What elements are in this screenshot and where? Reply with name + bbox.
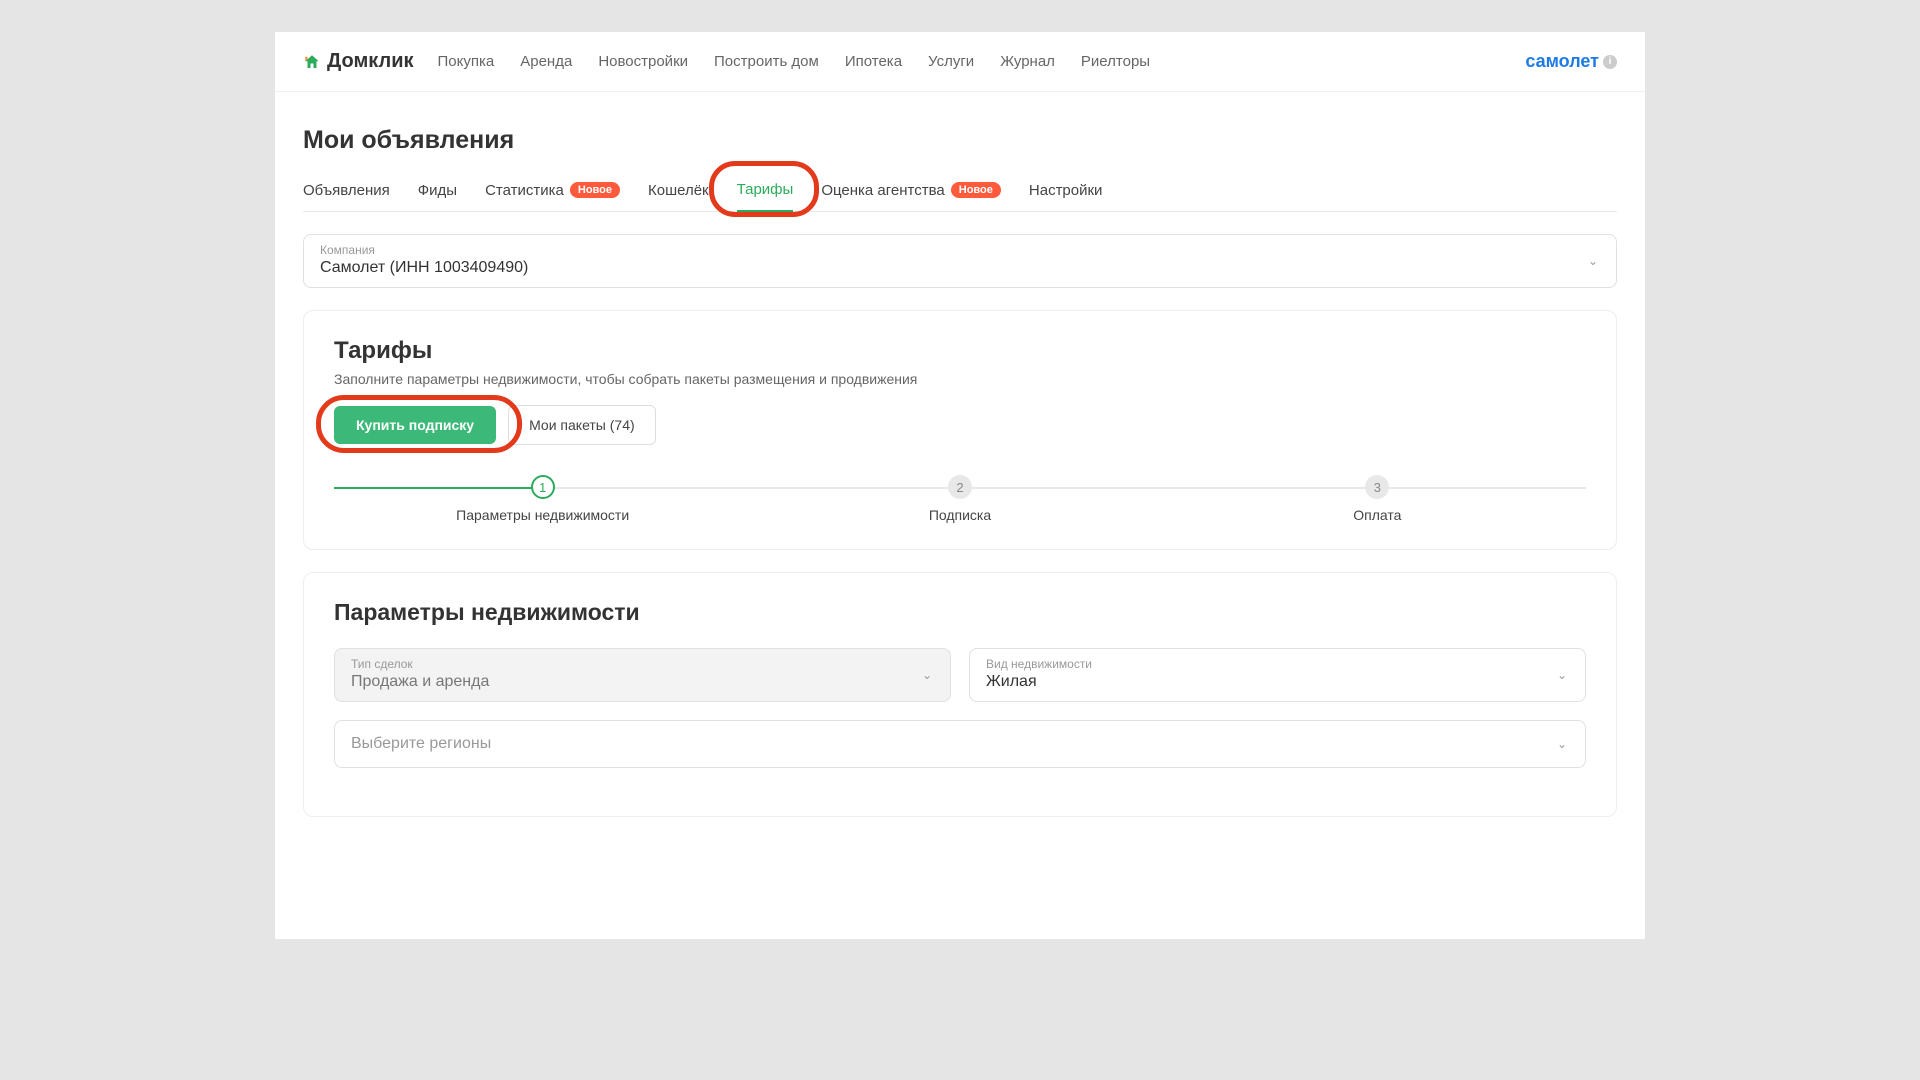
nav-newbuild[interactable]: Новостройки bbox=[598, 53, 688, 70]
property-type-select[interactable]: Вид недвижимости Жилая ⌄ bbox=[969, 648, 1586, 702]
nav-journal[interactable]: Журнал bbox=[1000, 53, 1055, 70]
logo-icon bbox=[303, 53, 321, 71]
chevron-down-icon: ⌄ bbox=[1557, 668, 1567, 682]
company-select-value: Самолет (ИНН 1003409490) bbox=[320, 259, 1600, 277]
page-title: Мои объявления bbox=[303, 126, 1617, 155]
params-title: Параметры недвижимости bbox=[334, 599, 1586, 626]
tab-listings[interactable]: Объявления bbox=[303, 176, 390, 211]
chevron-down-icon: ⌄ bbox=[1588, 254, 1598, 268]
logo[interactable]: Домклик bbox=[303, 50, 414, 73]
brand-right[interactable]: самолет i bbox=[1525, 51, 1617, 72]
my-packages-button[interactable]: Мои пакеты (74) bbox=[508, 405, 656, 445]
tariffs-title: Тарифы bbox=[334, 337, 1586, 365]
badge-new: Новое bbox=[570, 182, 620, 198]
content: Мои объявления Объявления Фиды Статистик… bbox=[275, 92, 1645, 879]
property-type-label: Вид недвижимости bbox=[986, 657, 1569, 671]
buy-subscription-button[interactable]: Купить подписку bbox=[334, 406, 496, 444]
params-row-1: Тип сделок Продажа и аренда ⌄ Вид недвиж… bbox=[334, 648, 1586, 702]
company-select-label: Компания bbox=[320, 243, 1600, 257]
property-type-value: Жилая bbox=[986, 673, 1569, 691]
company-select[interactable]: Компания Самолет (ИНН 1003409490) ⌄ bbox=[303, 234, 1617, 288]
brand-right-text: самолет bbox=[1525, 51, 1599, 72]
tab-statistics[interactable]: Статистика Новое bbox=[485, 176, 620, 211]
tariffs-card: Тарифы Заполните параметры недвижимости,… bbox=[303, 310, 1617, 550]
tabs: Объявления Фиды Статистика Новое Кошелёк… bbox=[303, 175, 1617, 212]
deal-type-select[interactable]: Тип сделок Продажа и аренда ⌄ bbox=[334, 648, 951, 702]
nav-realtors[interactable]: Риелторы bbox=[1081, 53, 1150, 70]
top-navbar: Домклик Покупка Аренда Новостройки Постр… bbox=[275, 32, 1645, 92]
step-label: Параметры недвижимости bbox=[334, 507, 751, 523]
tab-agency-rating[interactable]: Оценка агентства Новое bbox=[821, 176, 1001, 211]
tariffs-desc: Заполните параметры недвижимости, чтобы … bbox=[334, 371, 1586, 387]
nav-mortgage[interactable]: Ипотека bbox=[845, 53, 902, 70]
region-select[interactable]: Выберите регионы ⌄ bbox=[334, 720, 1586, 768]
info-icon: i bbox=[1603, 55, 1617, 69]
nav-build-house[interactable]: Построить дом bbox=[714, 53, 819, 70]
tab-feeds[interactable]: Фиды bbox=[418, 176, 457, 211]
nav-purchase[interactable]: Покупка bbox=[438, 53, 495, 70]
tab-tariffs[interactable]: Тарифы bbox=[737, 175, 794, 212]
tariffs-button-row: Купить подписку Мои пакеты (74) bbox=[334, 405, 1586, 445]
deal-type-label: Тип сделок bbox=[351, 657, 934, 671]
chevron-down-icon: ⌄ bbox=[1557, 737, 1567, 751]
step-circle: 3 bbox=[1365, 475, 1389, 499]
footer-spacer bbox=[275, 879, 1645, 939]
step-circle: 1 bbox=[531, 475, 555, 499]
step-label: Оплата bbox=[1169, 507, 1586, 523]
tab-settings[interactable]: Настройки bbox=[1029, 176, 1103, 211]
stepper: 1 Параметры недвижимости 2 Подписка 3 Оп… bbox=[334, 475, 1586, 523]
logo-text: Домклик bbox=[327, 50, 414, 73]
step-2[interactable]: 2 Подписка bbox=[751, 475, 1168, 523]
params-card: Параметры недвижимости Тип сделок Продаж… bbox=[303, 572, 1617, 817]
step-1[interactable]: 1 Параметры недвижимости bbox=[334, 475, 751, 523]
nav-rent[interactable]: Аренда bbox=[520, 53, 572, 70]
chevron-down-icon: ⌄ bbox=[922, 668, 932, 682]
tab-wallet[interactable]: Кошелёк bbox=[648, 176, 709, 211]
step-label: Подписка bbox=[751, 507, 1168, 523]
step-circle: 2 bbox=[948, 475, 972, 499]
nav-links: Покупка Аренда Новостройки Построить дом… bbox=[438, 53, 1502, 70]
deal-type-value: Продажа и аренда bbox=[351, 673, 934, 691]
page-wrap: Домклик Покупка Аренда Новостройки Постр… bbox=[275, 32, 1645, 939]
step-3[interactable]: 3 Оплата bbox=[1169, 475, 1586, 523]
nav-services[interactable]: Услуги bbox=[928, 53, 974, 70]
region-placeholder: Выберите регионы bbox=[351, 735, 1569, 753]
badge-new: Новое bbox=[951, 182, 1001, 198]
